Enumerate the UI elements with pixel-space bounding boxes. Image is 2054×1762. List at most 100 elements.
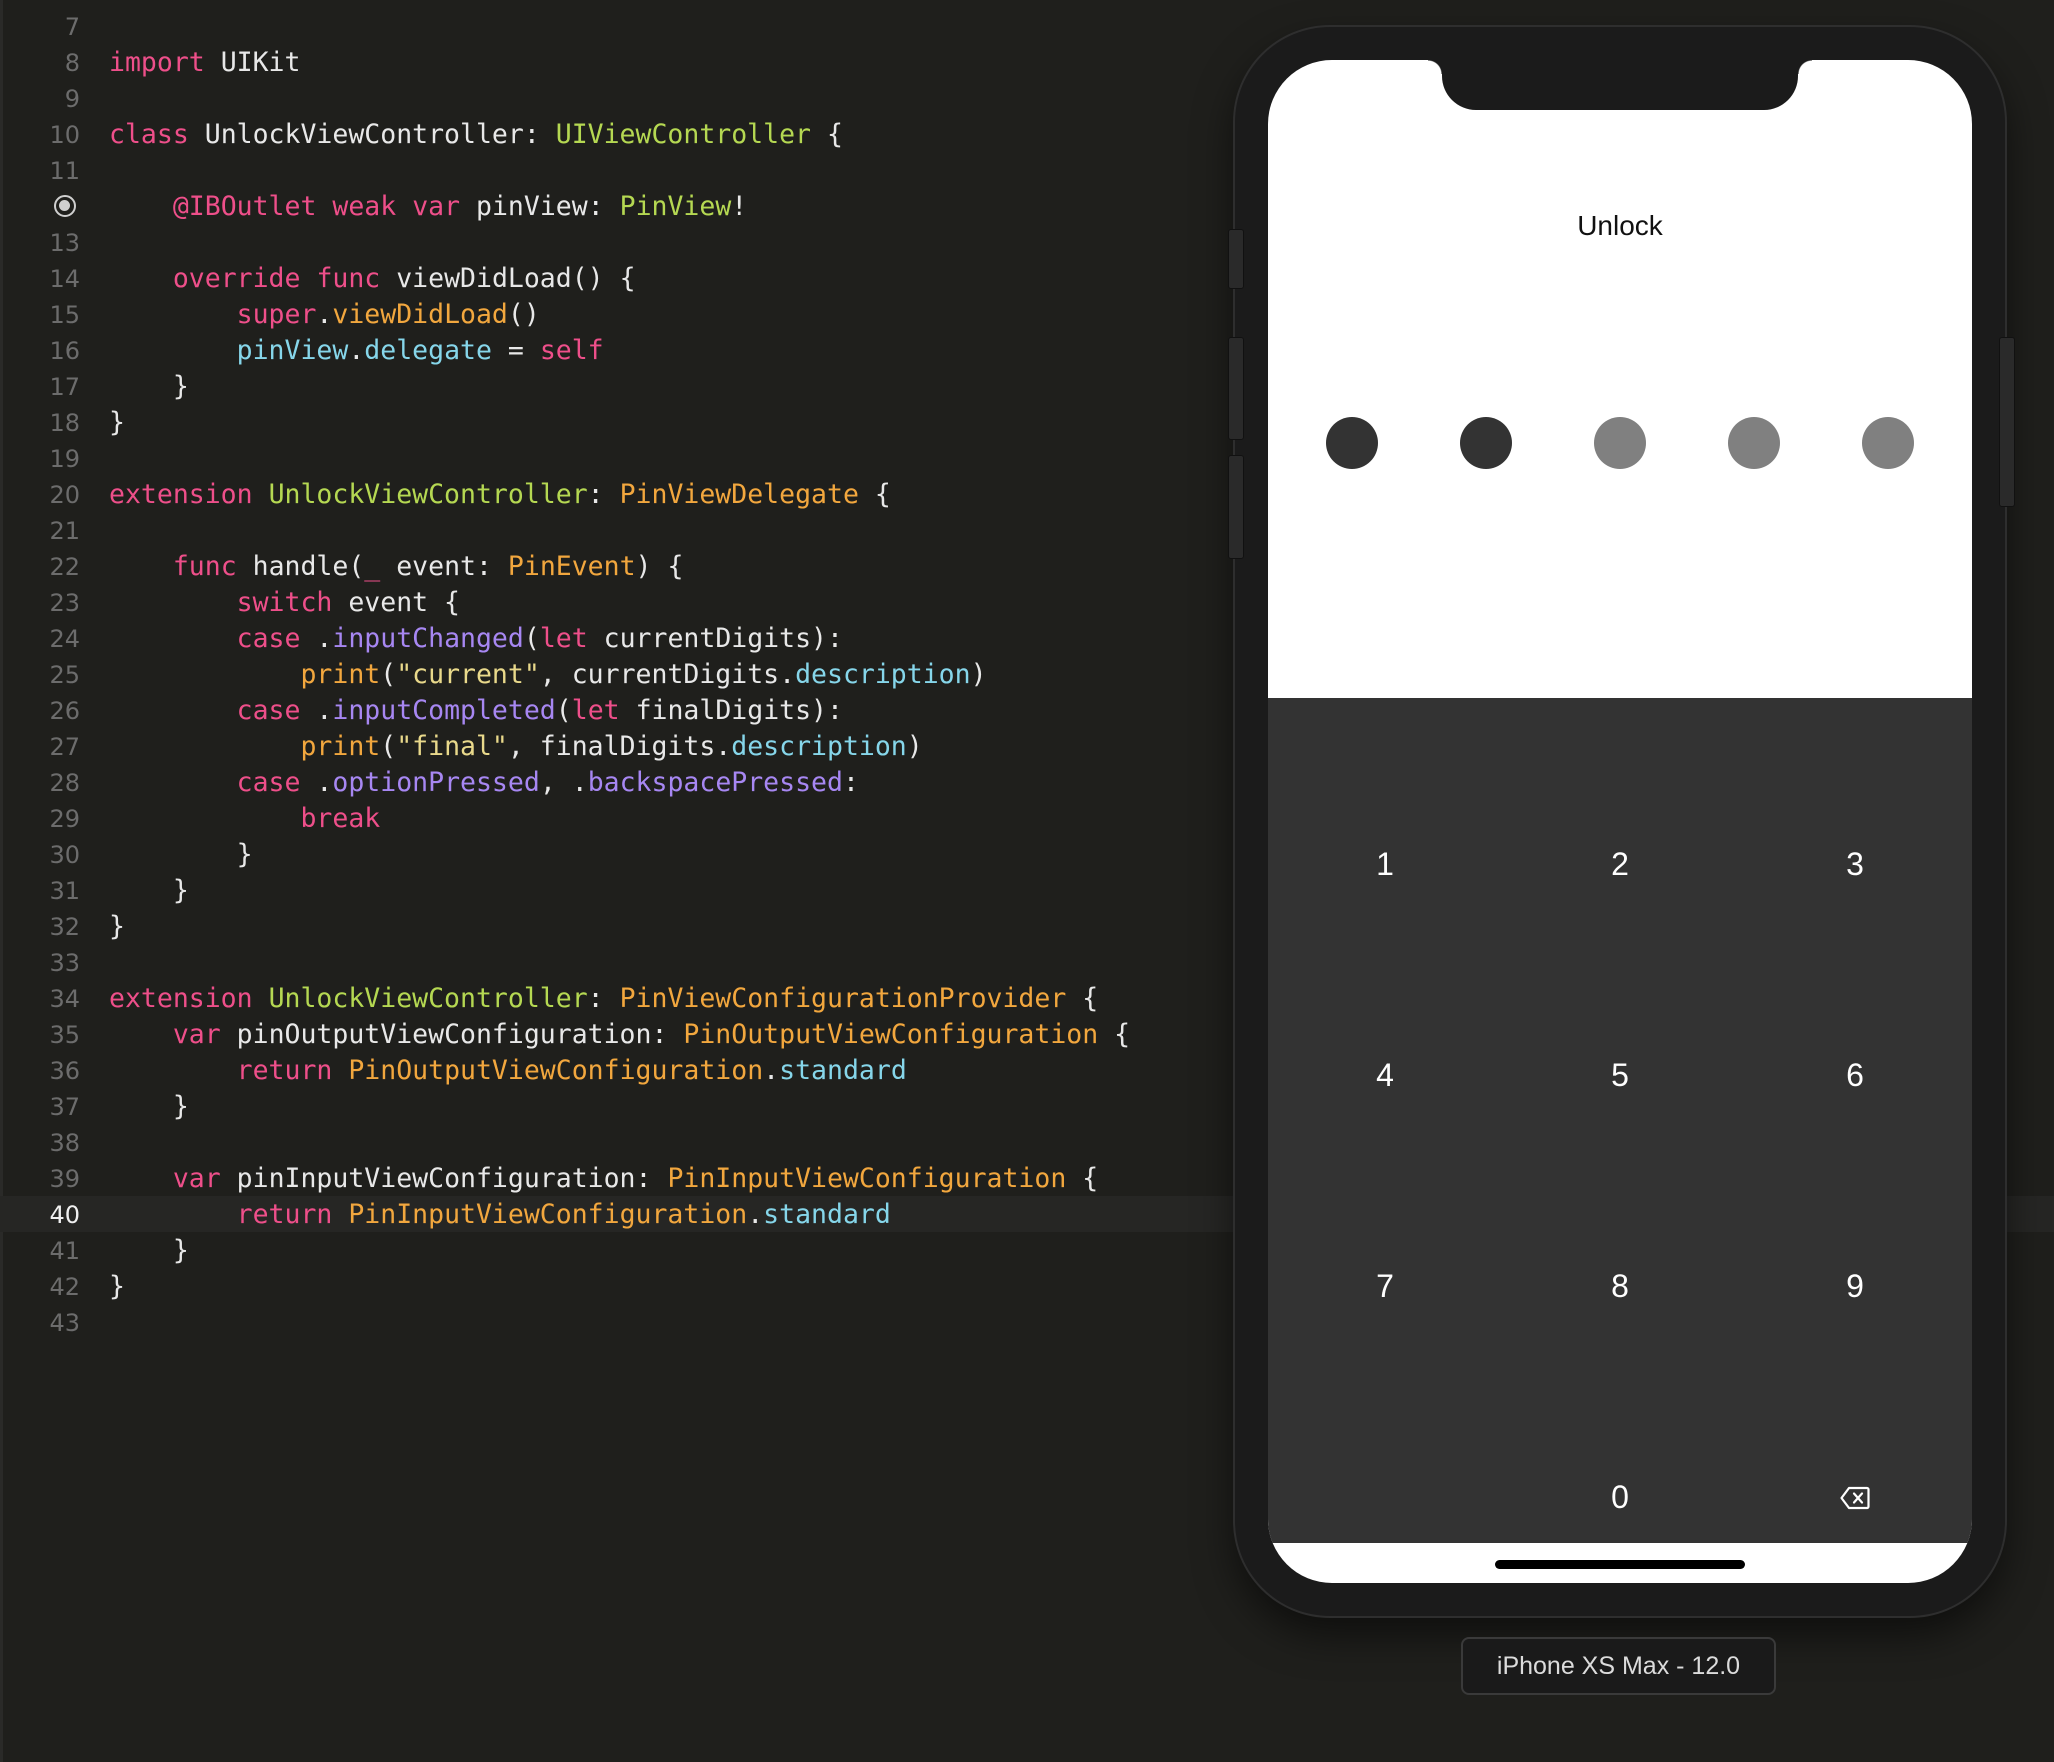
key-5[interactable]: 5 bbox=[1503, 970, 1737, 1181]
code-line[interactable]: 33 bbox=[0, 945, 1230, 981]
code-line[interactable]: 26 case .inputCompleted(let finalDigits)… bbox=[0, 693, 1230, 729]
token-plain: : bbox=[842, 767, 859, 798]
token-prop: standard bbox=[779, 1055, 907, 1086]
pin-keypad: 1234567890 bbox=[1268, 698, 1972, 1543]
code-line[interactable]: 22 func handle(_ event: PinEvent) { bbox=[0, 549, 1230, 585]
line-number: 23 bbox=[49, 589, 80, 617]
power-button bbox=[1999, 337, 2015, 507]
key-1[interactable]: 1 bbox=[1268, 759, 1502, 970]
key-6[interactable]: 6 bbox=[1738, 970, 1972, 1181]
token-plain: . bbox=[300, 695, 333, 726]
token-kw: _ bbox=[364, 551, 381, 582]
code-line[interactable]: 24 case .inputChanged(let currentDigits)… bbox=[0, 621, 1230, 657]
key-9[interactable]: 9 bbox=[1738, 1181, 1972, 1392]
key-4[interactable]: 4 bbox=[1268, 970, 1502, 1181]
code-line[interactable]: 35 var pinOutputViewConfiguration: PinOu… bbox=[0, 1017, 1230, 1053]
line-number: 28 bbox=[49, 769, 80, 797]
line-number: 16 bbox=[49, 337, 80, 365]
code-line[interactable]: @IBOutlet weak var pinView: PinView! bbox=[0, 189, 1230, 225]
token-prop: description bbox=[731, 731, 907, 762]
line-number: 24 bbox=[49, 625, 80, 653]
code-text: func handle(_ event: PinEvent) { bbox=[109, 549, 684, 585]
line-number: 10 bbox=[49, 121, 80, 149]
code-line[interactable]: 27 print("final", finalDigits.descriptio… bbox=[0, 729, 1230, 765]
code-line[interactable]: 11 bbox=[0, 153, 1230, 189]
device-label[interactable]: iPhone XS Max - 12.0 bbox=[1461, 1637, 1776, 1695]
token-type: UnlockViewController bbox=[268, 983, 588, 1014]
key-2[interactable]: 2 bbox=[1503, 759, 1737, 970]
token-plain: pinView: bbox=[460, 191, 620, 222]
code-text: } bbox=[109, 1269, 125, 1305]
code-editor[interactable]: 7 8 import UIKit 9 10 class UnlockViewControl… bbox=[0, 9, 1230, 1341]
line-number: 17 bbox=[49, 373, 80, 401]
code-line[interactable]: 23 switch event { bbox=[0, 585, 1230, 621]
code-line[interactable]: 19 bbox=[0, 441, 1230, 477]
code-line[interactable]: 36 return PinOutputViewConfiguration.sta… bbox=[0, 1053, 1230, 1089]
line-number: 34 bbox=[49, 985, 80, 1013]
code-line[interactable]: 39 var pinInputViewConfiguration: PinInp… bbox=[0, 1161, 1230, 1197]
code-text: pinView.delegate = self bbox=[109, 333, 604, 369]
token-plain: { bbox=[1066, 983, 1099, 1014]
code-line[interactable]: 7 bbox=[0, 9, 1230, 45]
token-plain: UnlockViewController: bbox=[188, 119, 556, 150]
home-indicator[interactable] bbox=[1495, 1560, 1745, 1569]
code-line[interactable]: 30 } bbox=[0, 837, 1230, 873]
code-text: case .optionPressed, .backspacePressed: bbox=[109, 765, 859, 801]
outlet-connection-icon[interactable] bbox=[54, 195, 76, 217]
token-plain: handle( bbox=[236, 551, 365, 582]
code-line[interactable]: 32} bbox=[0, 909, 1230, 945]
code-line[interactable]: 41 } bbox=[0, 1233, 1230, 1269]
token-otype: PinOutputViewConfiguration bbox=[348, 1055, 764, 1086]
code-text: print("final", finalDigits.description) bbox=[109, 729, 922, 765]
code-line[interactable]: 38 bbox=[0, 1125, 1230, 1161]
line-number: 19 bbox=[49, 445, 80, 473]
code-line[interactable]: 17 } bbox=[0, 369, 1230, 405]
code-line[interactable]: 14 override func viewDidLoad() { bbox=[0, 261, 1230, 297]
code-line[interactable]: 42} bbox=[0, 1269, 1230, 1305]
code-line[interactable]: 20 extension UnlockViewController: PinVie… bbox=[0, 477, 1230, 513]
code-line[interactable]: 15 super.viewDidLoad() bbox=[0, 297, 1230, 333]
pin-dot-empty bbox=[1862, 417, 1914, 469]
code-line[interactable]: 10 class UnlockViewController: UIViewCont… bbox=[0, 117, 1230, 153]
code-line[interactable]: 25 print("current", currentDigits.descri… bbox=[0, 657, 1230, 693]
code-line[interactable]: 28 case .optionPressed, .backspacePresse… bbox=[0, 765, 1230, 801]
key-7[interactable]: 7 bbox=[1268, 1181, 1502, 1392]
code-line[interactable]: 16 pinView.delegate = self bbox=[0, 333, 1230, 369]
code-line[interactable]: 34 extension UnlockViewController: PinVie… bbox=[0, 981, 1230, 1017]
token-enum: backspacePressed bbox=[587, 767, 843, 798]
token-kw: weak bbox=[332, 191, 397, 222]
pin-dot-filled bbox=[1460, 417, 1512, 469]
code-line[interactable]: 31 } bbox=[0, 873, 1230, 909]
token-plain: ( bbox=[523, 623, 540, 654]
code-line[interactable]: 8 import UIKit bbox=[0, 45, 1230, 81]
delete-left-icon bbox=[1840, 1486, 1870, 1509]
token-kw: var bbox=[172, 1019, 221, 1050]
code-line[interactable]: 40 return PinInputViewConfiguration.stan… bbox=[0, 1197, 1230, 1233]
code-line[interactable]: 29 break bbox=[0, 801, 1230, 837]
token-plain: } bbox=[109, 839, 253, 870]
code-text: var pinInputViewConfiguration: PinInputV… bbox=[109, 1161, 1098, 1197]
unlock-title: Unlock bbox=[1577, 210, 1663, 241]
pin-dot-empty bbox=[1728, 417, 1780, 469]
code-line[interactable]: 9 bbox=[0, 81, 1230, 117]
key-8[interactable]: 8 bbox=[1503, 1181, 1737, 1392]
code-text: } bbox=[109, 873, 189, 909]
code-line[interactable]: 21 bbox=[0, 513, 1230, 549]
key-0[interactable]: 0 bbox=[1503, 1392, 1737, 1583]
code-line[interactable]: 18} bbox=[0, 405, 1230, 441]
token-kw: import bbox=[109, 47, 205, 78]
code-text: } bbox=[109, 369, 189, 405]
key-backspace[interactable] bbox=[1738, 1392, 1972, 1583]
code-line[interactable]: 43 bbox=[0, 1305, 1230, 1341]
key-3[interactable]: 3 bbox=[1738, 759, 1972, 970]
token-fn: print bbox=[300, 659, 381, 690]
code-line[interactable]: 13 bbox=[0, 225, 1230, 261]
token-kw: super bbox=[236, 299, 317, 330]
code-line[interactable]: 37 } bbox=[0, 1089, 1230, 1125]
token-plain: , . bbox=[539, 767, 588, 798]
